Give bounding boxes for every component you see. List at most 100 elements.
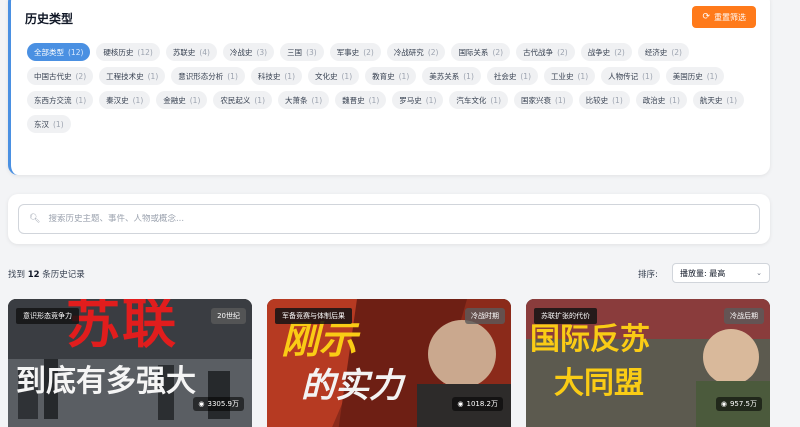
filter-tag[interactable]: 东西方交流 (1) [27,91,94,109]
filter-tag-label: 社会史 [493,71,517,81]
filter-tag[interactable]: 政治史 (1) [635,91,687,109]
filter-tag-label: 人物传记 [608,71,639,81]
filter-tag-label: 冷战史 [229,47,253,57]
filter-tag[interactable]: 古代战争 (2) [516,43,575,61]
filter-tag[interactable]: 国家兴衰 (1) [514,91,573,109]
filter-tag[interactable]: 战争史 (2) [580,43,632,61]
filter-tag-label: 工业史 [551,71,574,81]
filter-tag-count: (4) [199,47,210,57]
result-count-number: 12 [27,270,40,280]
search-box[interactable]: 🔍︎ [18,204,760,234]
filter-tag-count: (2) [427,47,439,57]
filter-tag-count: (1) [669,95,680,105]
filter-tag[interactable]: 大萧条 (1) [278,91,330,109]
filter-tag-count: (12) [68,47,84,57]
filter-tag[interactable]: 科技史 (1) [250,67,302,85]
filter-tag[interactable]: 秦汉史 (1) [99,91,151,109]
filter-tag-count: (1) [189,95,201,105]
filter-tag[interactable]: 苏联史 (4) [165,43,217,61]
filter-tag[interactable]: 魏晋史 (1) [335,91,387,109]
era-badge: 冷战时期 [465,308,505,324]
filter-tag[interactable]: 人物传记 (1) [601,67,660,85]
filter-tag-count: (1) [398,71,410,81]
video-card[interactable]: 苏联 到底有多强大 意识形态竞争力 20世纪 ◉ 3305.9万 [8,299,252,427]
filter-tag[interactable]: 金融史 (1) [156,91,208,109]
filter-tag[interactable]: 比较史 (1) [578,91,630,109]
filter-tag-count: (2) [363,47,374,57]
filter-tag-count: (1) [642,71,653,81]
filter-tag[interactable]: 文化史 (1) [308,67,360,85]
video-card[interactable]: 国际反苏 大同盟 苏联扩张的代价 冷战后期 ◉ 957.5万 [526,299,770,427]
category-badge: 意识形态竞争力 [16,308,79,324]
eye-icon: ◉ [198,400,205,408]
search-input[interactable] [48,214,729,224]
filter-tag-label: 大萧条 [285,95,308,105]
filter-tag-label: 比较史 [585,95,609,105]
filter-title: 历史类型 [25,12,74,26]
filter-tag-label: 科技史 [257,71,281,81]
filter-tag-label: 东西方交流 [34,95,72,105]
filter-tag-label: 美苏关系 [429,71,460,81]
filter-tag[interactable]: 意识形态分析 (1) [171,67,245,85]
filter-tag-count: (1) [132,95,144,105]
view-count: ◉ 1018.2万 [452,397,503,411]
filter-tag-count: (2) [557,47,568,57]
history-type-filter-panel: 历史类型 ⟳ 重置筛选 全部类型 (12) 硬核历史 (12) 苏联史 (4) 冷战史 (3)… [8,0,770,175]
filter-tag[interactable]: 经济史 (2) [637,43,689,61]
filter-tag-count: (1) [227,71,238,81]
filter-tag[interactable]: 航天史 (1) [692,91,744,109]
filter-tag-label: 苏联史 [172,47,196,57]
filter-tag-count: (2) [492,47,504,57]
video-card[interactable]: 刚示 的实力 军备竞赛与体制后果 冷战时期 ◉ 1018.2万 [267,299,511,427]
filter-tag-count: (3) [256,47,268,57]
filter-tag[interactable]: 冷战史 (3) [222,43,275,61]
filter-tag[interactable]: 美苏关系 (1) [422,67,481,85]
filter-tag[interactable]: 社会史 (1) [486,67,538,85]
filter-tag-count: (1) [341,71,353,81]
filter-tag-label: 国家兴衰 [521,95,551,105]
thumbnail-title-line2: 到底有多强大 [16,364,196,399]
filter-tag-label: 农民起义 [220,95,251,105]
filter-tag-label: 东汉 [34,119,49,129]
filter-tag[interactable]: 硬核历史 (12) [96,43,160,61]
filter-tag[interactable]: 教育史 (1) [365,67,417,85]
filter-tag-count: (1) [311,95,323,105]
filter-tag-label: 秦汉史 [106,95,129,105]
filter-tag[interactable]: 国际关系 (2) [451,43,511,61]
eye-icon: ◉ [457,400,464,408]
refresh-icon: ⟳ [702,12,710,22]
filter-tag-label: 全部类型 [34,47,64,57]
sort-label: 排序: [638,270,658,280]
filter-tag-count: (1) [147,71,159,81]
filter-tag-label: 中国古代史 [34,71,72,81]
filter-tag[interactable]: 美国历史 (1) [665,67,725,85]
filter-tag[interactable]: 三国 (3) [280,43,324,61]
filter-tag-count: (1) [726,95,737,105]
sort-select[interactable]: 播放量: 最高 ⌄ [672,263,770,283]
filter-tag[interactable]: 农民起义 (1) [213,91,272,109]
filter-tag[interactable]: 中国古代史 (2) [27,67,94,85]
filter-tag-count: (1) [254,95,265,105]
filter-tag[interactable]: 工业史 (1) [544,67,596,85]
thumbnail-title-line2: 的实力 [301,366,403,406]
filter-tag[interactable]: 罗马史 (1) [392,91,444,109]
filter-tag-label: 三国 [287,47,303,57]
tag-list: 全部类型 (12) 硬核历史 (12) 苏联史 (4) 冷战史 (3) 三国 (3) 军事史 (2) 冷… [27,43,757,133]
search-icon: 🔍︎ [29,214,41,224]
filter-tag[interactable]: 工程技术史 (1) [99,67,166,85]
filter-tag-count: (1) [75,95,87,105]
chevron-down-icon: ⌄ [756,269,762,277]
filter-tag[interactable]: 冷战研究 (2) [386,43,446,61]
filter-tag-label: 意识形态分析 [178,71,224,81]
reset-filter-button[interactable]: ⟳ 重置筛选 [692,6,756,28]
thumbnail-title-line2: 大同盟 [554,366,644,401]
filter-tag-label: 美国历史 [672,71,703,81]
filter-tag[interactable]: 全部类型 (12) [27,43,91,61]
filter-tag[interactable]: 军事史 (2) [329,43,381,61]
filter-tag-count: (1) [520,71,531,81]
reset-filter-label: 重置筛选 [714,12,746,22]
era-badge: 冷战后期 [724,308,764,324]
filter-tag-count: (1) [368,95,380,105]
filter-tag[interactable]: 汽车文化 (1) [449,91,508,109]
filter-tag[interactable]: 东汉 (1) [27,115,71,133]
